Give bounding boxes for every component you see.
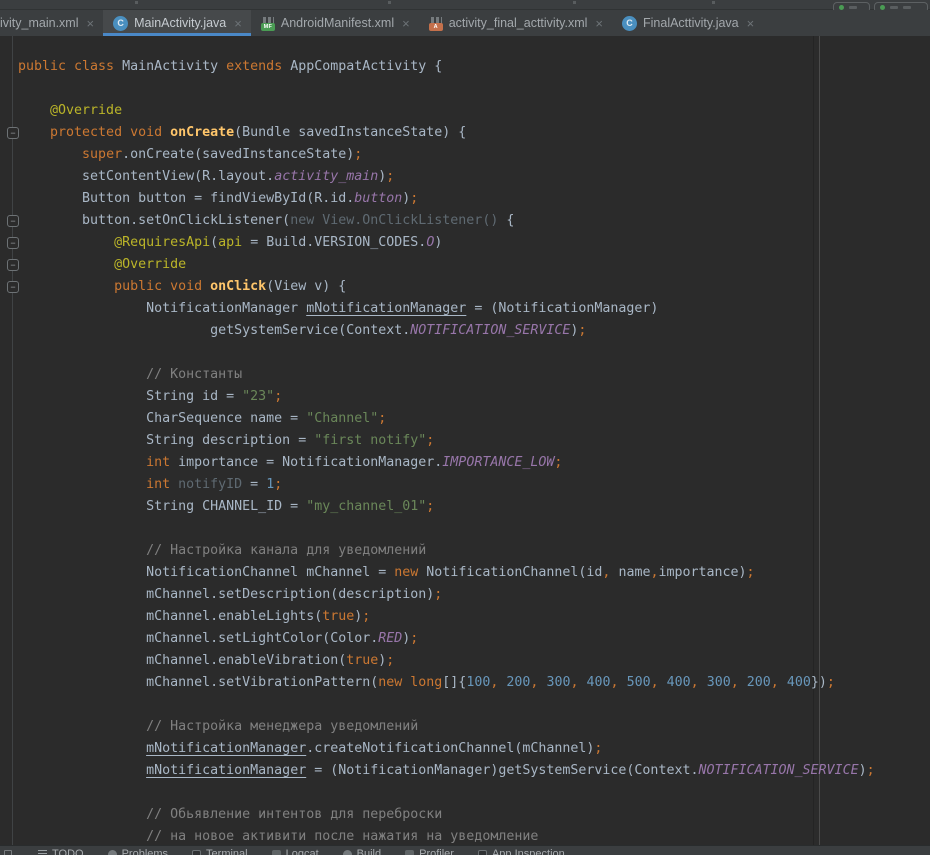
tab-label: activity_final_acttivity.xml xyxy=(449,16,588,30)
code-line[interactable]: Button button = findViewById(R.id.button… xyxy=(18,188,930,210)
toolwindow-button-label: TODO xyxy=(52,848,84,855)
tab-AndroidManifest.xml[interactable]: MF AndroidManifest.xml × xyxy=(251,10,419,36)
widget-dash-icon xyxy=(849,6,857,9)
code-line[interactable] xyxy=(18,78,930,100)
fold-collapse-icon[interactable]: − xyxy=(7,237,19,249)
close-icon[interactable]: × xyxy=(747,17,755,30)
toolwindow-button-label: Problems xyxy=(122,848,168,855)
code-line[interactable]: mChannel.setLightColor(Color.RED); xyxy=(18,628,930,650)
widget-dash-icon xyxy=(903,6,911,9)
app-inspection-icon xyxy=(478,850,487,855)
code-line[interactable]: // Константы xyxy=(18,364,930,386)
code-line[interactable] xyxy=(18,782,930,804)
toolwindow-button-Build[interactable]: Build xyxy=(343,848,381,855)
code-line[interactable]: String id = "23"; xyxy=(18,386,930,408)
toolbar-tick-icon xyxy=(712,1,715,4)
code-line[interactable]: int notifyID = 1; xyxy=(18,474,930,496)
toolwindow-button-Problems[interactable]: Problems xyxy=(108,848,168,855)
tab-label: ivity_main.xml xyxy=(0,16,79,30)
build-icon xyxy=(343,850,352,855)
code-line[interactable]: @Override xyxy=(18,254,930,276)
tab-ivity_main.xml[interactable]: ivity_main.xml × xyxy=(0,10,103,36)
fold-collapse-icon[interactable]: − xyxy=(7,259,19,271)
java-class-icon: C xyxy=(622,16,637,31)
toolbar-tick-icon xyxy=(135,1,138,4)
todo-icon xyxy=(38,850,47,855)
code-line[interactable] xyxy=(18,342,930,364)
widget-dash-icon xyxy=(890,6,898,9)
code-line[interactable] xyxy=(18,694,930,716)
code-line[interactable]: public class MainActivity extends AppCom… xyxy=(18,56,930,78)
editor-tab-bar: ivity_main.xml × C MainActivity.java × MF Andr… xyxy=(0,10,930,36)
code-line[interactable]: String CHANNEL_ID = "my_channel_01"; xyxy=(18,496,930,518)
logcat-icon xyxy=(272,850,281,855)
gutter-separator xyxy=(12,36,13,845)
code-line[interactable]: protected void onCreate(Bundle savedInst… xyxy=(18,122,930,144)
toolwindow-button-label: Build xyxy=(357,848,381,855)
code-line[interactable]: mChannel.enableVibration(true); xyxy=(18,650,930,672)
code-line[interactable]: CharSequence name = "Channel"; xyxy=(18,408,930,430)
code-line[interactable]: NotificationManager mNotificationManager… xyxy=(18,298,930,320)
toolwindow-switcher-icon[interactable] xyxy=(4,850,12,855)
code-line[interactable]: mChannel.enableLights(true); xyxy=(18,606,930,628)
toolwindow-button-App Inspection[interactable]: App Inspection xyxy=(478,848,565,855)
code-line[interactable]: getSystemService(Context.NOTIFICATION_SE… xyxy=(18,320,930,342)
profiler-icon xyxy=(405,850,414,855)
terminal-icon xyxy=(192,850,201,855)
code-line[interactable]: NotificationChannel mChannel = new Notif… xyxy=(18,562,930,584)
toolwindow-button-Profiler[interactable]: Profiler xyxy=(405,848,454,855)
manifest-file-icon: MF xyxy=(261,16,275,31)
code-line[interactable]: mNotificationManager.createNotificationC… xyxy=(18,738,930,760)
close-icon[interactable]: × xyxy=(402,17,410,30)
code-line[interactable]: // Настройка менеджера уведомлений xyxy=(18,716,930,738)
tab-label: MainActivity.java xyxy=(134,16,226,30)
code-line[interactable]: // Настройка канала для уведомлений xyxy=(18,540,930,562)
close-icon[interactable]: × xyxy=(234,17,242,30)
close-icon[interactable]: × xyxy=(87,17,95,30)
main-toolbar xyxy=(0,0,930,10)
code-line[interactable]: button.setOnClickListener(new View.OnCli… xyxy=(18,210,930,232)
toolwindow-button-label: App Inspection xyxy=(492,848,565,855)
problems-icon xyxy=(108,850,117,855)
code-line[interactable]: super.onCreate(savedInstanceState); xyxy=(18,144,930,166)
code-line[interactable]: mNotificationManager = (NotificationMana… xyxy=(18,760,930,782)
toolwindow-button-Terminal[interactable]: Terminal xyxy=(192,848,248,855)
tab-MainActivity.java[interactable]: C MainActivity.java × xyxy=(103,10,251,36)
android-file-icon-orange: A xyxy=(429,16,443,31)
fold-collapse-icon[interactable]: − xyxy=(7,127,19,139)
tab-FinalActtivity.java[interactable]: C FinalActtivity.java × xyxy=(612,10,763,36)
close-icon[interactable]: × xyxy=(595,17,603,30)
code-line[interactable]: setContentView(R.layout.activity_main); xyxy=(18,166,930,188)
tab-activity_final_acttivity.xml[interactable]: Aactivity_final_acttivity.xml × xyxy=(419,10,612,36)
status-bar: TODO Problems Terminal Logcat Build Profiler A… xyxy=(0,845,930,855)
code-line[interactable]: // на новое активити после нажатия на ув… xyxy=(18,826,930,845)
code-line[interactable] xyxy=(18,518,930,540)
toolwindow-button-TODO[interactable]: TODO xyxy=(38,848,84,855)
fold-collapse-icon[interactable]: − xyxy=(7,281,19,293)
code-line[interactable]: mChannel.setDescription(description); xyxy=(18,584,930,606)
code-line[interactable]: public void onClick(View v) { xyxy=(18,276,930,298)
toolwindow-button-Logcat[interactable]: Logcat xyxy=(272,848,319,855)
code-editor[interactable]: − − − − − public class MainActivity extends … xyxy=(0,36,930,845)
code-line[interactable]: mChannel.setVibrationPattern(new long[]{… xyxy=(18,672,930,694)
code-line[interactable]: int importance = NotificationManager.IMP… xyxy=(18,452,930,474)
toolbar-tick-icon xyxy=(573,1,576,4)
toolwindow-button-label: Logcat xyxy=(286,848,319,855)
toolwindow-button-label: Terminal xyxy=(206,848,248,855)
code-line[interactable]: String description = "first notify"; xyxy=(18,430,930,452)
fold-collapse-icon[interactable]: − xyxy=(7,215,19,227)
toolbar-tick-icon xyxy=(388,1,391,4)
code-line[interactable]: // Обьявление интентов для переброски xyxy=(18,804,930,826)
tab-label: AndroidManifest.xml xyxy=(281,16,394,30)
code-lines: public class MainActivity extends AppCom… xyxy=(18,56,930,845)
code-line[interactable]: @Override xyxy=(18,100,930,122)
toolwindow-button-label: Profiler xyxy=(419,848,454,855)
tab-label: FinalActtivity.java xyxy=(643,16,739,30)
code-line[interactable]: @RequiresApi(api = Build.VERSION_CODES.O… xyxy=(18,232,930,254)
java-class-icon: C xyxy=(113,16,128,31)
